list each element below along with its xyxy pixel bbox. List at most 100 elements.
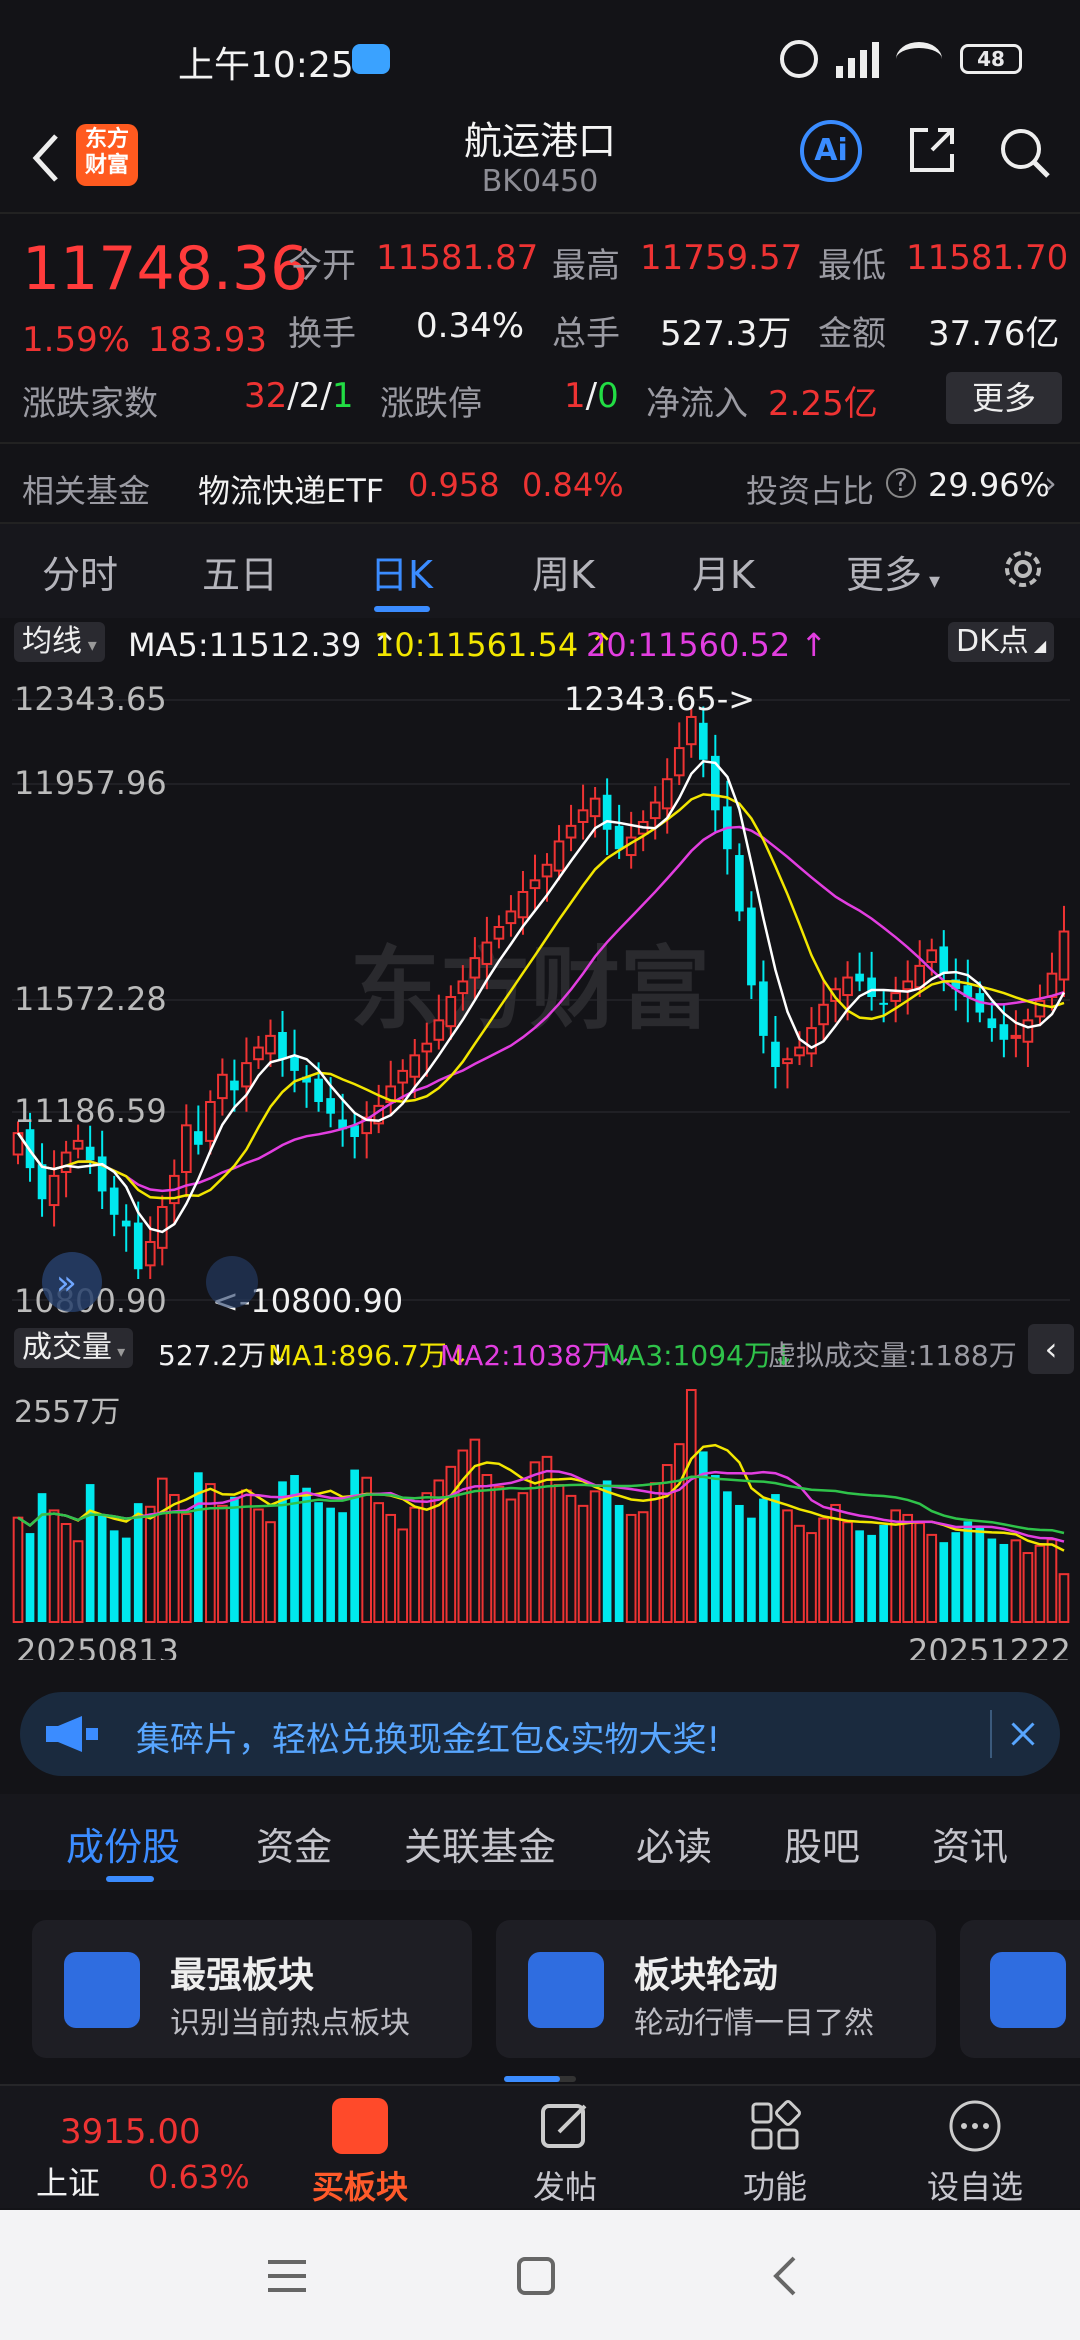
candle (577, 809, 589, 823)
dk-button[interactable]: DK点 ◢ (948, 622, 1055, 662)
section-tabs: 成份股 资金 关联基金 必读 股吧 资讯 (0, 1794, 1080, 1890)
tab-intraday[interactable]: 分时 (42, 544, 118, 599)
candle (397, 1069, 409, 1084)
high-label: 最高 (552, 246, 620, 286)
ma-legend: 均线 ▾ MA5:11512.39 ↑ 10:11561.54 ↑ 20:115… (0, 620, 1080, 664)
volume-bar (951, 1532, 961, 1622)
zoom-icon[interactable] (206, 1256, 258, 1308)
volume-legend: 成交量 ▾ 527.2万↓ MA1:896.7万↓ MA2:1038万↓ MA3… (0, 1324, 1080, 1374)
candle (1058, 930, 1070, 981)
volume-bar (217, 1504, 228, 1623)
tab-more[interactable]: 更多 ▾ (846, 544, 940, 599)
menu-icon[interactable] (266, 2256, 310, 2296)
share-icon[interactable] (906, 124, 958, 176)
tab-5day[interactable]: 五日 (202, 544, 278, 599)
tab-constituents[interactable]: 成份股 (66, 1816, 180, 1871)
megaphone-icon (46, 1716, 98, 1752)
layers-icon (990, 1952, 1066, 2028)
candle (1046, 972, 1058, 998)
candle (517, 890, 529, 919)
volume-bar (60, 1523, 72, 1624)
volume-bar (350, 1469, 359, 1622)
candle (902, 980, 914, 991)
close-icon[interactable] (990, 1710, 1038, 1758)
candle (673, 747, 685, 777)
tab-daily-k[interactable]: 日K (370, 544, 433, 599)
candle (782, 1058, 793, 1065)
tab-news[interactable]: 资讯 (932, 1816, 1008, 1871)
volume-bar (625, 1513, 637, 1623)
home-icon[interactable] (516, 2256, 556, 2296)
candle (278, 1031, 287, 1060)
scroll-left-icon[interactable]: » (42, 1252, 102, 1312)
volume-bar (385, 1513, 397, 1623)
more-button[interactable]: 更多 (946, 372, 1062, 424)
volume-bar (241, 1489, 252, 1623)
tab-monthly-k[interactable]: 月K (692, 544, 755, 599)
kline-chart[interactable]: 东方财富 12343.65 11957.96 11572.28 11186.59… (0, 660, 1080, 1660)
card-more[interactable] (960, 1920, 1080, 2058)
chevron-right-icon[interactable]: › (1044, 464, 1057, 502)
index-ticker[interactable]: 3915.00 上证 0.63% (0, 2086, 250, 2210)
volume-bar (72, 1540, 84, 1624)
help-icon[interactable]: ? (886, 468, 916, 498)
candle (60, 1151, 72, 1174)
open-label: 今开 (288, 246, 356, 286)
candle (999, 1024, 1009, 1040)
volume-bar (926, 1533, 938, 1624)
nav-buy-sector[interactable]: 买板块 (290, 2086, 430, 2210)
candle (842, 976, 853, 997)
tab-related-funds[interactable]: 关联基金 (404, 1816, 556, 1871)
volume-bar (121, 1537, 131, 1622)
card-sector-rotation[interactable]: 板块轮动 轮动行情一目了然 (496, 1920, 936, 2058)
candle (890, 992, 901, 1002)
candle (409, 1054, 421, 1078)
netflow-label: 净流入 (646, 384, 748, 424)
fund-name[interactable]: 物流快递ETF (198, 466, 384, 512)
volume-bar (12, 1516, 24, 1624)
ai-icon[interactable]: Ai (800, 120, 862, 182)
nav-post[interactable]: 发帖 (500, 2086, 630, 2210)
grid-icon (751, 2100, 801, 2150)
ma5-value: MA5:11512.39 ↑ (128, 626, 399, 664)
volume-bar (1010, 1539, 1022, 1623)
amount-value: 37.76亿 (928, 314, 1060, 354)
tab-weekly-k[interactable]: 周K (532, 544, 595, 599)
more-dots-icon (949, 2100, 1001, 2152)
tab-forum[interactable]: 股吧 (784, 1816, 860, 1871)
candle (1022, 1019, 1034, 1043)
candle (759, 981, 768, 1036)
volume-bar (711, 1475, 720, 1622)
volume-selector[interactable]: 成交量 ▾ (14, 1328, 134, 1368)
tab-funds[interactable]: 资金 (256, 1816, 332, 1871)
volume-bar (314, 1502, 323, 1622)
candle (914, 964, 926, 989)
volume-bar (505, 1498, 517, 1623)
volume-bar (48, 1509, 60, 1623)
fund-price: 0.958 (408, 466, 500, 504)
volume-bar (373, 1502, 385, 1624)
status-time: 上午10:25 (178, 45, 354, 86)
gear-icon[interactable] (998, 544, 1048, 594)
candle (290, 1055, 299, 1071)
promo-banner[interactable]: 集碎片，轻松兑换现金红包&实物大奖! (20, 1692, 1060, 1776)
volume-bar (902, 1513, 914, 1623)
volume-bar (987, 1538, 997, 1622)
nav-functions[interactable]: 功能 (710, 2086, 840, 2210)
volume-label: 总手 (552, 314, 620, 354)
candle (194, 1131, 203, 1145)
candle (685, 715, 697, 746)
volume-bar (97, 1514, 107, 1622)
ma-selector[interactable]: 均线 ▾ (14, 622, 105, 662)
wifi-icon (896, 42, 942, 76)
nav-add-watchlist[interactable]: 设自选 (910, 2086, 1040, 2210)
volume-value: 527.3万 (660, 314, 792, 354)
card-strongest-sector[interactable]: 最强板块 识别当前热点板块 (32, 1920, 472, 2058)
collapse-chevron-icon[interactable]: ‹ (1028, 1324, 1074, 1374)
volume-bar (168, 1493, 180, 1623)
search-icon[interactable] (996, 124, 1054, 182)
back-nav-icon[interactable] (770, 2254, 800, 2298)
tab-must-read[interactable]: 必读 (636, 1816, 712, 1871)
candle (541, 863, 553, 878)
candle (589, 797, 601, 818)
